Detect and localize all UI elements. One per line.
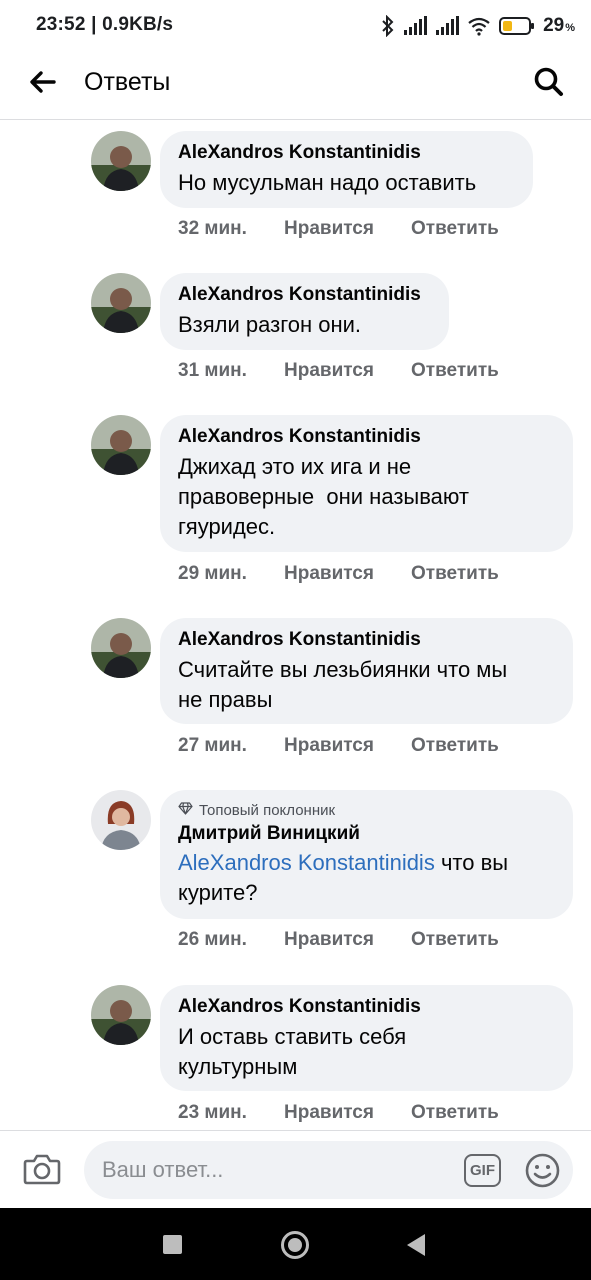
comment-text-line: И оставь ставить себя bbox=[178, 1024, 407, 1049]
reply-button[interactable]: Ответить bbox=[411, 929, 499, 951]
badge-label: Топовый поклонник bbox=[199, 802, 336, 819]
comment-author[interactable]: AleXandros Konstantinidis bbox=[178, 996, 555, 1018]
reply-button[interactable]: Ответить bbox=[411, 735, 499, 757]
avatar[interactable] bbox=[91, 131, 151, 191]
comment-author[interactable]: AleXandros Konstantinidis bbox=[178, 426, 555, 448]
battery-icon bbox=[499, 16, 535, 36]
arrow-left-icon bbox=[28, 70, 56, 99]
diamond-icon bbox=[178, 802, 193, 820]
comment-author[interactable]: AleXandros Konstantinidis bbox=[178, 284, 431, 306]
comment-author[interactable]: AleXandros Konstantinidis bbox=[178, 142, 515, 164]
camera-button[interactable] bbox=[20, 1151, 64, 1191]
reply-button[interactable]: Ответить bbox=[411, 218, 499, 240]
camera-icon bbox=[23, 1153, 61, 1190]
comment-text-line: не правы bbox=[178, 687, 273, 712]
comment-text: Но мусульман надо оставить bbox=[178, 170, 477, 195]
comment-author[interactable]: AleXandros Konstantinidis bbox=[178, 629, 555, 651]
comment-text: Взяли разгон они. bbox=[178, 312, 362, 337]
comment-text: AleXandros Konstantinidis что вы курите? bbox=[178, 848, 555, 908]
comment-actions: 29 мин. Нравится Ответить bbox=[178, 563, 499, 585]
emoji-button[interactable] bbox=[524, 1152, 561, 1189]
comment-text: И оставь ставить себя культурным bbox=[178, 1022, 555, 1082]
comment-time: 31 мин. bbox=[178, 360, 247, 381]
avatar[interactable] bbox=[91, 415, 151, 475]
recents-button[interactable] bbox=[163, 1235, 182, 1254]
search-icon bbox=[533, 66, 565, 103]
wifi-icon bbox=[467, 16, 491, 36]
back-button[interactable] bbox=[22, 64, 62, 104]
reply-composer: GIF bbox=[0, 1130, 591, 1208]
search-button[interactable] bbox=[527, 62, 571, 106]
battery-unit: % bbox=[565, 22, 575, 34]
comment-time: 27 мин. bbox=[178, 735, 247, 756]
reply-button[interactable]: Ответить bbox=[411, 360, 499, 382]
comment-bubble[interactable]: AleXandros Konstantinidis Джихад это их … bbox=[160, 415, 573, 552]
like-button[interactable]: Нравится bbox=[284, 218, 411, 240]
like-button[interactable]: Нравится bbox=[284, 929, 411, 951]
comment-text: Считайте вы лезьбиянки что мы не правы bbox=[178, 655, 555, 715]
comment-actions: 23 мин. Нравится Ответить bbox=[178, 1102, 499, 1124]
like-button[interactable]: Нравится bbox=[284, 563, 411, 585]
comments-list: AleXandros Konstantinidis Но мусульман н… bbox=[0, 120, 591, 1130]
comment-time: 32 мин. bbox=[178, 218, 247, 239]
home-button[interactable] bbox=[281, 1231, 309, 1259]
comment-actions: 26 мин. Нравится Ответить bbox=[178, 929, 499, 951]
comment-text-line: курите? bbox=[178, 880, 258, 905]
comment-text-line: Считайте вы лезьбиянки что мы bbox=[178, 657, 508, 682]
system-nav-bar bbox=[0, 1208, 591, 1280]
comment-bubble[interactable]: AleXandros Konstantinidis И оставь стави… bbox=[160, 985, 573, 1091]
comment-bubble[interactable]: Топовый поклонник Дмитрий Виницкий AleXa… bbox=[160, 790, 573, 919]
battery-level: 29 bbox=[543, 15, 565, 36]
signal-icon bbox=[435, 16, 460, 36]
avatar[interactable] bbox=[91, 985, 151, 1045]
comment-time: 23 мин. bbox=[178, 1102, 247, 1123]
top-fan-badge: Топовый поклонник bbox=[178, 802, 555, 820]
comment-text-line: правоверные они называют bbox=[178, 484, 469, 509]
comment-time: 26 мин. bbox=[178, 929, 247, 950]
bluetooth-icon bbox=[381, 15, 395, 37]
page-title: Ответы bbox=[84, 68, 171, 96]
status-bar: 23:52 | 0.9KB/s 29% bbox=[0, 0, 591, 52]
like-button[interactable]: Нравится bbox=[284, 735, 411, 757]
status-time-speed: 23:52 | 0.9KB/s bbox=[36, 14, 174, 35]
mention-link[interactable]: AleXandros Konstantinidis bbox=[178, 850, 435, 875]
system-back-button[interactable] bbox=[407, 1234, 425, 1256]
like-button[interactable]: Нравится bbox=[284, 1102, 411, 1124]
comment-actions: 31 мин. Нравится Ответить bbox=[178, 360, 499, 382]
status-icons: 29% bbox=[381, 12, 575, 40]
comment-actions: 27 мин. Нравится Ответить bbox=[178, 735, 499, 757]
app-header: Ответы bbox=[0, 52, 591, 120]
comment-bubble[interactable]: AleXandros Konstantinidis Взяли разгон о… bbox=[160, 273, 449, 350]
comment-time: 29 мин. bbox=[178, 563, 247, 584]
comment-actions: 32 мин. Нравится Ответить bbox=[178, 218, 499, 240]
comment-bubble[interactable]: AleXandros Konstantinidis Но мусульман н… bbox=[160, 131, 533, 208]
comment-text-line: гяуридес. bbox=[178, 514, 276, 539]
signal-icon bbox=[403, 16, 428, 36]
gif-button[interactable]: GIF bbox=[464, 1154, 501, 1187]
comment-text-line: Джихад это их ига и не bbox=[178, 454, 412, 479]
reply-button[interactable]: Ответить bbox=[411, 1102, 499, 1124]
comment-text-part: что вы bbox=[434, 850, 509, 875]
avatar[interactable] bbox=[91, 618, 151, 678]
comment-text-line: AleXandros Konstantinidis что вы bbox=[178, 848, 555, 878]
avatar[interactable] bbox=[91, 790, 151, 850]
avatar[interactable] bbox=[91, 273, 151, 333]
emoji-icon bbox=[524, 1153, 561, 1193]
comment-author[interactable]: Дмитрий Виницкий bbox=[178, 823, 555, 845]
comment-text: Джихад это их ига и не правоверные они н… bbox=[178, 452, 555, 542]
comment-bubble[interactable]: AleXandros Konstantinidis Считайте вы ле… bbox=[160, 618, 573, 724]
like-button[interactable]: Нравится bbox=[284, 360, 411, 382]
reply-button[interactable]: Ответить bbox=[411, 563, 499, 585]
comment-text-line: культурным bbox=[178, 1054, 298, 1079]
